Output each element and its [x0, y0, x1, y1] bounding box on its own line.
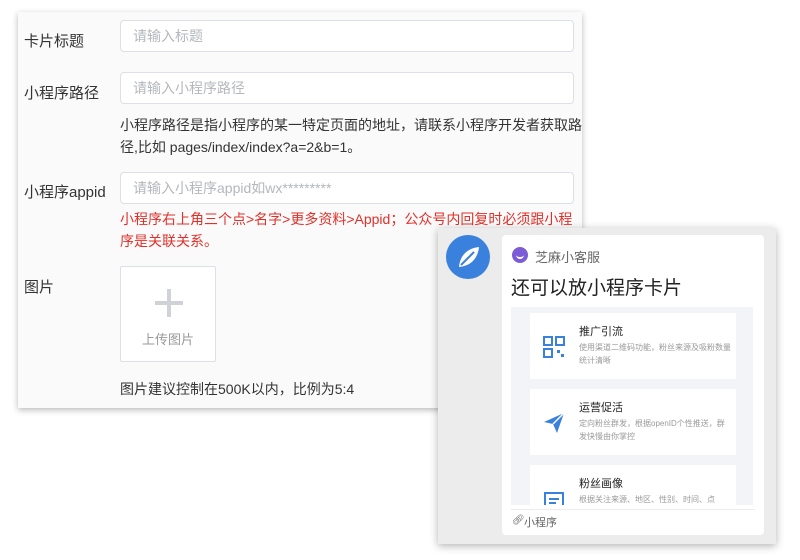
mini-program-card[interactable]: 芝麻小客服 还可以放小程序卡片 推广引流 使用渠道二维码功能，粉丝来源及吸粉数量…: [502, 235, 764, 535]
brand-logo-icon: [512, 247, 528, 263]
profile-card-icon: [544, 492, 564, 505]
feature-desc: 使用渠道二维码功能，粉丝来源及吸粉数量统计清晰: [579, 343, 731, 365]
feature-item: 粉丝画像 根据关注来源、地区、性别、时间、点: [530, 465, 736, 505]
avatar: [446, 235, 490, 279]
mini-program-path-input[interactable]: [120, 72, 574, 104]
brand-name: 芝麻小客服: [535, 250, 601, 265]
feature-title: 粉丝画像: [579, 478, 623, 490]
feature-item: 运营促活 定向粉丝群发，根据openID个性推送，群发快慢由你掌控: [530, 389, 736, 455]
divider: [511, 509, 755, 510]
chat-preview: 芝麻小客服 还可以放小程序卡片 推广引流 使用渠道二维码功能，粉丝来源及吸粉数量…: [438, 228, 776, 544]
card-title-label: 卡片标题: [24, 33, 85, 50]
card-thumbnail: 推广引流 使用渠道二维码功能，粉丝来源及吸粉数量统计清晰 运营促活 定向粉丝群发…: [511, 307, 753, 505]
upload-image-button[interactable]: 上传图片: [120, 266, 216, 362]
mini-program-footer-label: 小程序: [524, 517, 557, 529]
qr-code-icon: [543, 336, 565, 358]
card-title: 还可以放小程序卡片: [511, 278, 683, 299]
mini-program-path-label: 小程序路径: [24, 85, 100, 102]
feature-item: 推广引流 使用渠道二维码功能，粉丝来源及吸粉数量统计清晰: [530, 313, 736, 379]
image-label: 图片: [24, 279, 55, 296]
appid-label: 小程序appid: [24, 184, 106, 201]
leaf-logo-icon: [459, 247, 479, 267]
mini-program-path-help: 小程序路径是指小程序的某一特定页面的地址，请联系小程序开发者获取路径,比如 pa…: [120, 117, 582, 155]
plus-icon: [155, 289, 183, 317]
card-title-input[interactable]: [120, 20, 574, 52]
feature-title: 推广引流: [579, 326, 623, 338]
appid-input[interactable]: [120, 172, 574, 204]
feature-desc: 根据关注来源、地区、性别、时间、点: [579, 495, 715, 504]
feature-desc: 定向粉丝群发，根据openID个性推送，群发快慢由你掌控: [579, 419, 725, 441]
feature-title: 运营促活: [579, 402, 623, 414]
link-icon: 🔗︎: [512, 515, 525, 526]
paper-plane-icon: [544, 412, 565, 433]
upload-image-label: 上传图片: [141, 332, 194, 347]
